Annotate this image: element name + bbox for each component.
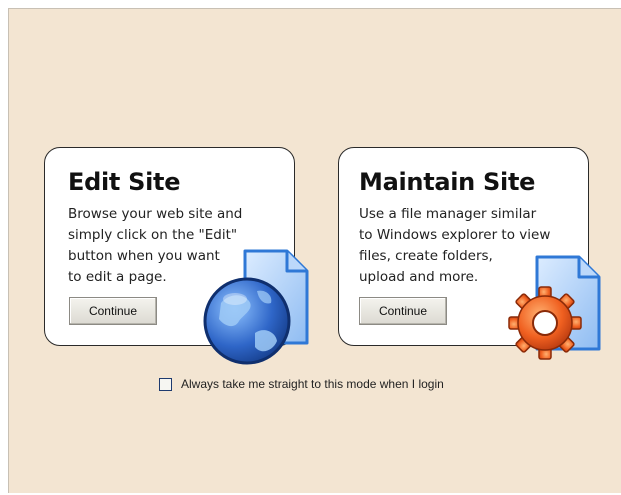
maintain-site-continue-button[interactable]: Continue [359, 297, 447, 325]
default-mode-label: Always take me straight to this mode whe… [181, 377, 444, 391]
globe-document-icon [203, 249, 309, 365]
gear-document-icon [508, 255, 601, 360]
default-mode-option[interactable]: Always take me straight to this mode whe… [159, 377, 444, 391]
default-mode-checkbox[interactable] [159, 377, 172, 391]
mode-selection-panel: Edit Site Browse your web site and simpl… [8, 8, 621, 493]
edit-site-continue-button[interactable]: Continue [69, 297, 157, 325]
card-title: Edit Site [68, 168, 181, 196]
card-title: Maintain Site [359, 168, 536, 196]
